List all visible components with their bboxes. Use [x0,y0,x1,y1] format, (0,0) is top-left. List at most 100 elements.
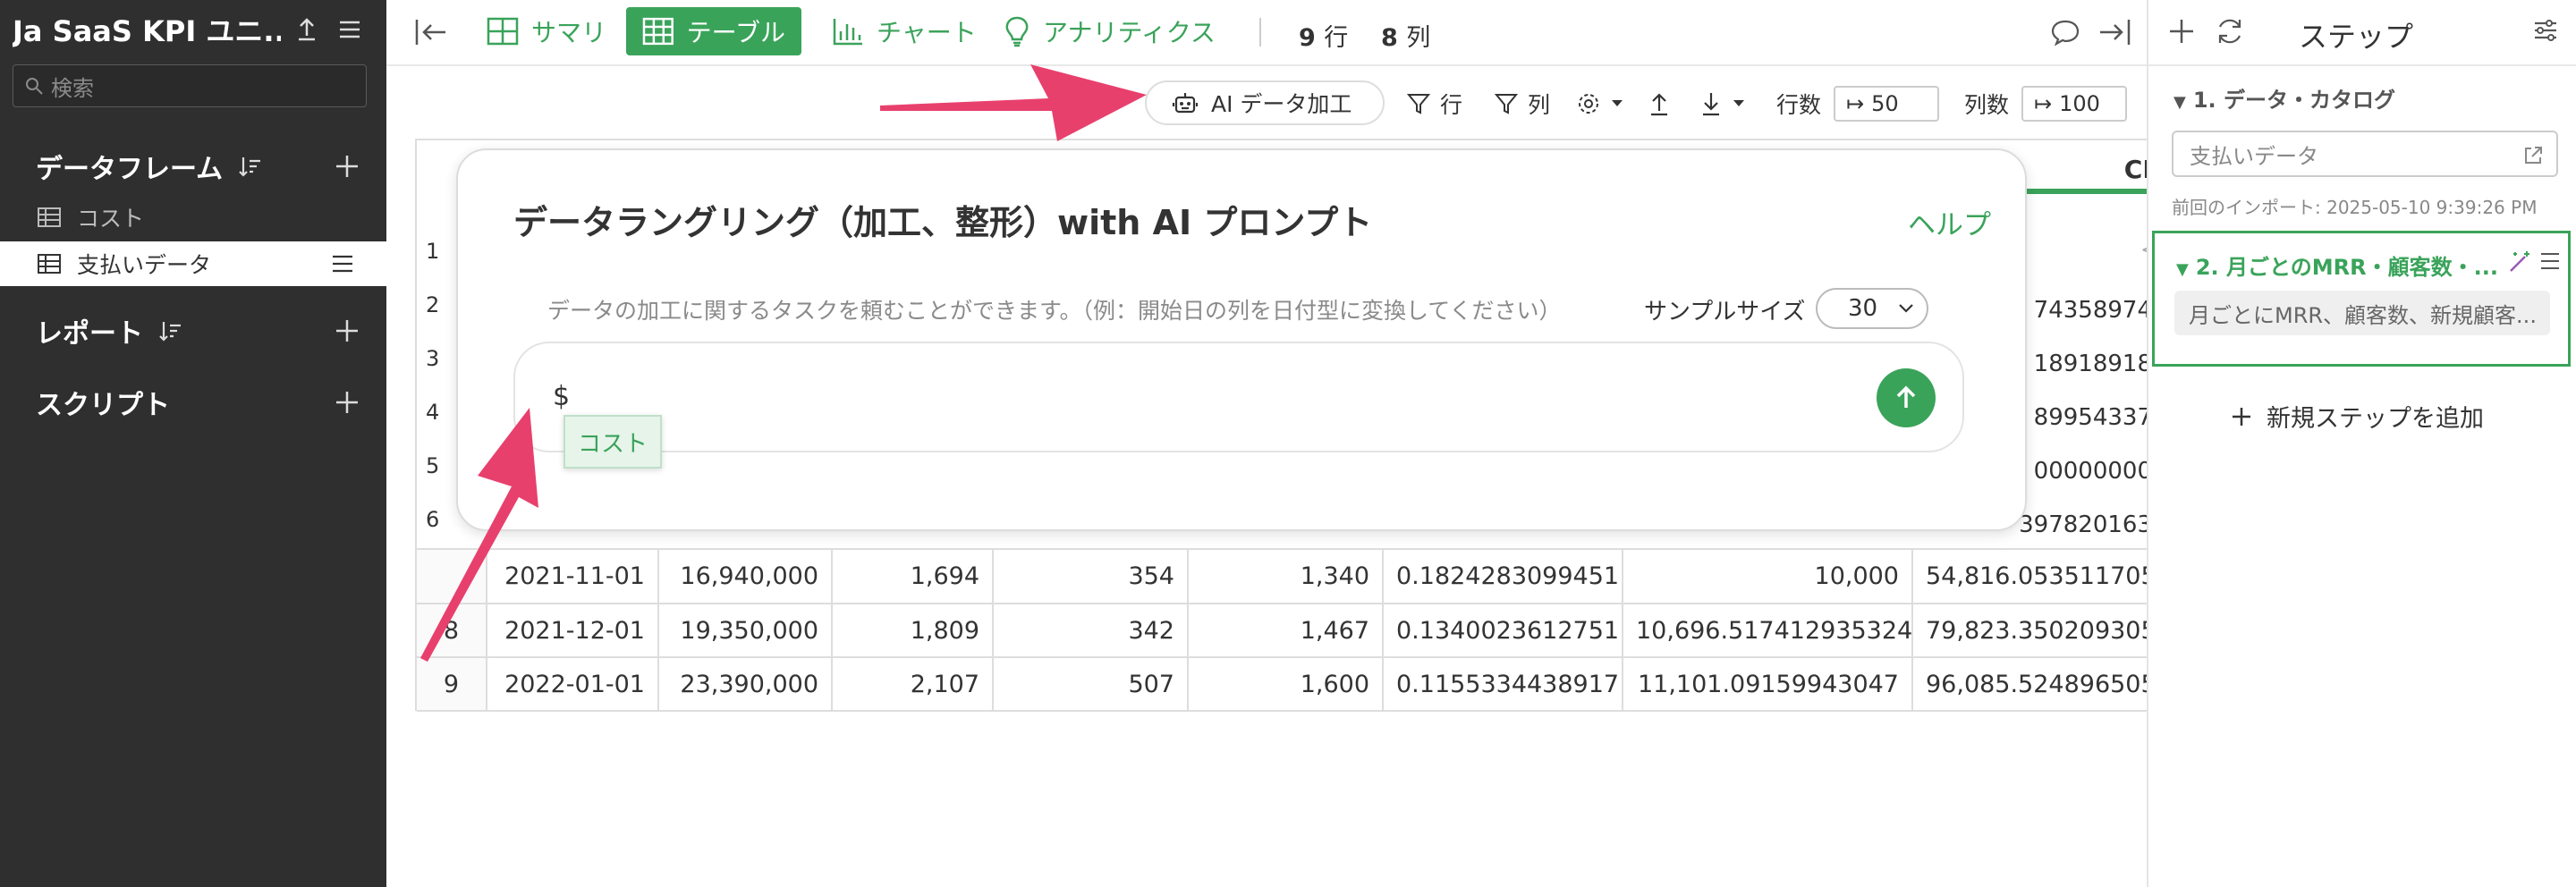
sidebar-item-label: 支払いデータ [77,252,212,278]
magic-wand-icon[interactable] [2507,249,2532,275]
section-scripts: スクリプト [0,377,386,427]
section-title: スクリプト [36,390,170,421]
steps-sidebar: ステップ ▼ 1. データ・カタログ 支払いデータ 前回のインポート: 2025-… [2147,0,2576,887]
table-cell[interactable]: 342 [993,604,1189,658]
row-filter-button[interactable]: 行 [1406,84,1462,123]
project-title[interactable]: Ja SaaS KPI ユニ... [13,9,281,50]
table-row[interactable]: 9 2022-01-01 23,390,000 2,107 507 1,600 … [417,657,2153,712]
table-toolbar: AI データ加工 行 列 行数 ↦ 50 列数 ↦ 100 [386,68,2147,139]
step-2-card[interactable]: ▼ 2. 月ごとのMRR・顧客数・... 月ごとにMRR、顧客数、新規顧客... [2152,231,2571,367]
column-filter-button[interactable]: 列 [1494,84,1550,123]
row-index: 4 [426,400,440,425]
tab-summary[interactable]: サマリ [470,7,623,55]
row-index: 1 [426,239,440,264]
collapse-right-icon[interactable] [2097,16,2132,48]
autocomplete-suggestion[interactable]: コスト [564,415,662,469]
add-step-button[interactable]: 新規ステップを追加 [2231,399,2484,434]
table-icon [38,207,61,227]
step-2-title: ▼ 2. 月ごとのMRR・顧客数・... [2176,255,2498,280]
panel-title: データラングリング（加工、整形）with AI プロンプト [513,203,1373,242]
tab-table[interactable]: テーブル [626,7,801,55]
table-cell[interactable]: 354 [993,550,1189,604]
table-cell[interactable]: 79,823.350209305 [1912,604,2153,658]
tab-chart[interactable]: チャート [816,7,993,55]
sidebar-item-cost[interactable]: コスト [0,195,386,240]
section-dataframes: データフレーム [0,141,386,191]
steps-header: ステップ [2148,0,2576,66]
table-cell[interactable]: 1,467 [1188,604,1384,658]
help-link[interactable]: ヘルプ [1908,202,1991,242]
source-dataframe-field[interactable]: 支払いデータ [2172,131,2558,177]
table-cell[interactable]: 1,340 [1188,550,1384,604]
row-index [417,550,487,604]
table-row[interactable]: 2021-11-01 16,940,000 1,694 354 1,340 0.… [417,550,2153,604]
sort-icon[interactable] [157,318,182,343]
add-script-icon[interactable] [335,390,360,415]
table-cell[interactable]: 1,694 [832,550,994,604]
sample-size-label: サンプルサイズ [1644,299,1806,325]
row-index: 6 [426,507,440,532]
table-cell[interactable]: 2021-12-01 [487,604,659,658]
table-cell[interactable]: 23,390,000 [658,657,833,712]
upload-icon[interactable] [292,14,322,45]
column-limit-value: 100 [2059,91,2100,116]
search-input[interactable]: 検索 [13,64,367,107]
table-cell[interactable]: 2,107 [832,657,994,712]
ai-data-wrangling-button[interactable]: AI データ加工 [1145,80,1385,125]
table-cell[interactable]: 11,101.09159943047 [1623,657,1913,712]
caret-down-icon [1733,100,1744,106]
table-cell[interactable]: 2021-11-01 [487,550,659,604]
table-cell[interactable]: 16,940,000 [658,550,833,604]
table-row[interactable]: 8 2021-12-01 19,350,000 1,809 342 1,467 … [417,604,2153,658]
table-cell[interactable]: 0.1155334438917 [1383,657,1623,712]
table-cell[interactable]: 96,085.524896505 [1912,657,2153,712]
download-dropdown[interactable] [1699,84,1755,123]
table-cell[interactable]: 0.1824283099451 [1383,550,1623,604]
table-cell[interactable]: 507 [993,657,1189,712]
row-limit-input[interactable]: ↦ 50 [1834,86,1939,122]
steps-title: ステップ [2299,20,2414,54]
search-placeholder: 検索 [51,75,94,101]
comment-icon[interactable] [2050,18,2080,46]
send-button[interactable] [1877,368,1936,427]
table-icon [642,17,674,46]
add-report-icon[interactable] [335,318,360,343]
table-cell[interactable]: 1,809 [832,604,994,658]
sliders-icon[interactable] [2531,16,2560,45]
menu-icon[interactable] [331,254,354,274]
sidebar-item-payments[interactable]: 支払いデータ [0,241,386,286]
table-cell[interactable]: 10,000 [1623,550,1913,604]
step-2-description: 月ごとにMRR、顧客数、新規顧客... [2174,291,2550,335]
step-1-header[interactable]: ▼ 1. データ・カタログ [2174,82,2395,114]
add-dataframe-icon[interactable] [335,154,360,179]
tab-analytics[interactable]: アナリティクス [987,7,1232,55]
bar-chart-icon [833,19,862,46]
table-cell[interactable]: 54,816.053511705 [1912,550,2153,604]
table-cell[interactable]: 0.1340023612751 [1383,604,1623,658]
table-cell[interactable]: 1,600 [1188,657,1384,712]
table-cell[interactable]: 10,696.517412935324 [1623,604,1913,658]
sample-size-select[interactable]: 30 [1816,288,1928,329]
table-cell[interactable]: 19,350,000 [658,604,833,658]
external-link-icon[interactable] [2522,145,2544,166]
source-name: 支払いデータ [2190,143,2318,169]
section-reports: レポート [0,306,386,356]
table-cell[interactable]: 2022-01-01 [487,657,659,712]
row-limit-value: 50 [1871,91,1899,116]
collapse-left-icon[interactable] [413,16,449,48]
add-icon[interactable] [2168,18,2195,45]
filter-icon [1406,94,1431,114]
menu-icon[interactable] [2539,251,2561,271]
robot-icon [1172,93,1199,114]
settings-dropdown[interactable] [1576,84,1633,123]
refresh-icon[interactable] [2215,16,2245,46]
divider [1259,18,1261,46]
caret-down-icon: ▼ [2174,93,2186,112]
upload-button[interactable] [1648,84,1680,123]
prompt-input[interactable]: $ [513,342,1964,452]
plus-icon [2233,407,2250,426]
column-limit-input[interactable]: ↦ 100 [2021,86,2127,122]
caret-down-icon: ▼ [2176,260,2189,279]
menu-icon[interactable] [335,14,365,45]
sort-icon[interactable] [237,154,262,179]
